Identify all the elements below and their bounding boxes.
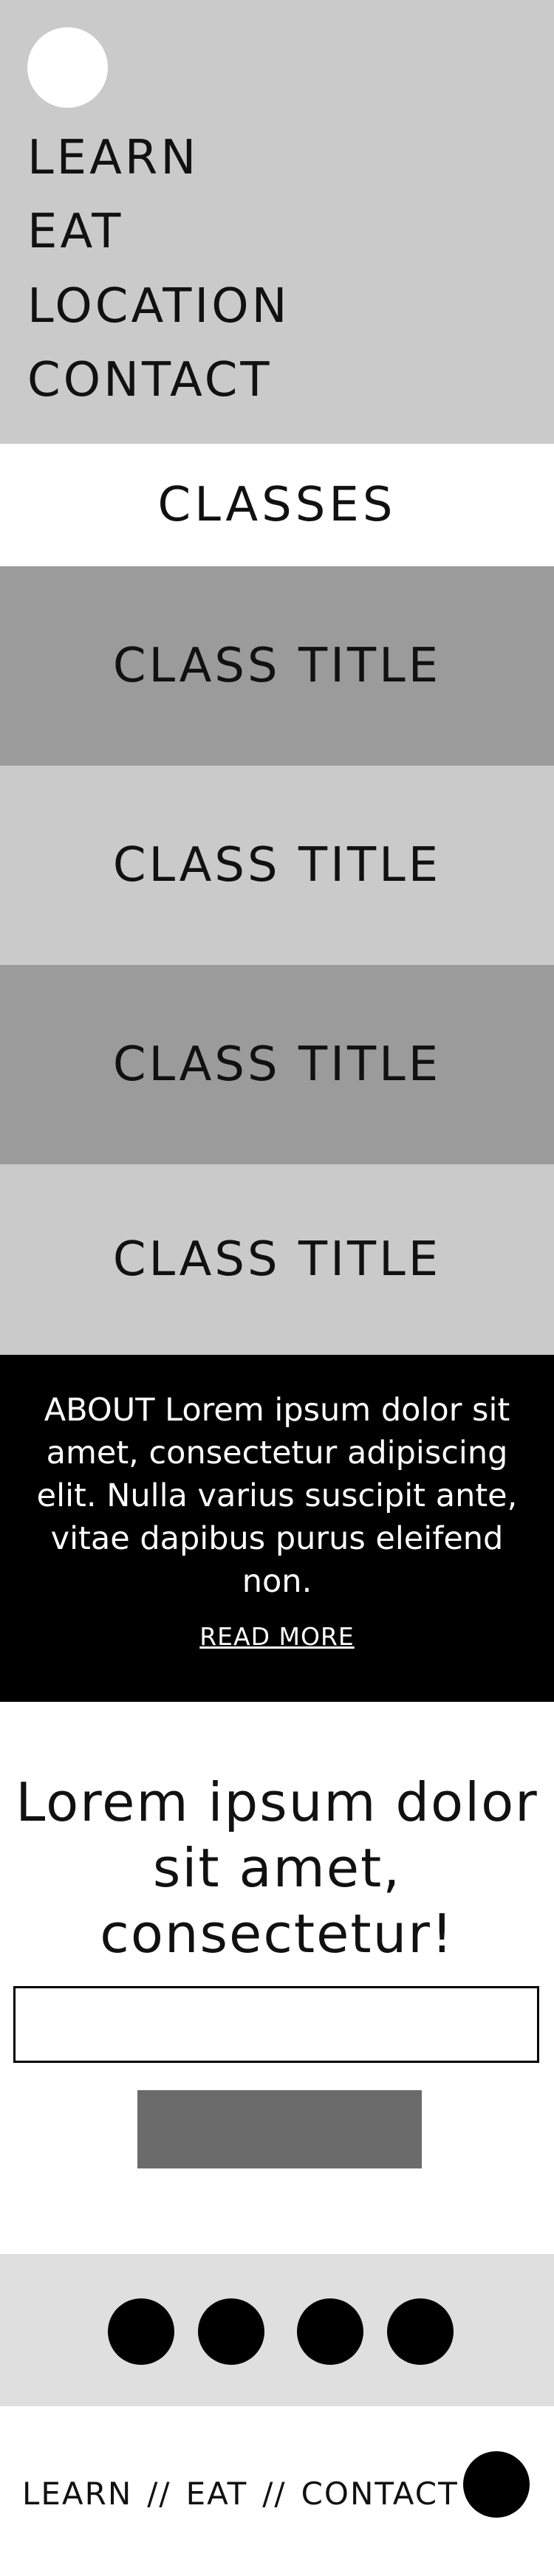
social-section: [0, 2254, 554, 2406]
classes-heading: CLASSES: [157, 478, 397, 532]
class-card-4[interactable]: CLASS TITLE: [0, 1164, 554, 1355]
about-text: ABOUT Lorem ipsum dolor sit amet, consec…: [36, 1392, 518, 1600]
about-section: ABOUT Lorem ipsum dolor sit amet, consec…: [0, 1355, 554, 1702]
social-icon-4[interactable]: [387, 2298, 454, 2365]
footer-separator: //: [262, 2476, 287, 2512]
footer-link-eat[interactable]: EAT: [186, 2476, 248, 2512]
site-footer: LEARN // EAT // CONTACT: [0, 2406, 554, 2573]
class-title: CLASS TITLE: [112, 838, 442, 893]
classes-section: CLASSES CLASS TITLE CLASS TITLE CLASS TI…: [0, 444, 554, 1355]
signup-section: Lorem ipsum dolor sit amet, consectetur!: [0, 1702, 554, 2254]
signup-title: Lorem ipsum dolor sit amet, consectetur!: [16, 1771, 538, 1965]
footer-link-contact[interactable]: CONTACT: [301, 2476, 459, 2512]
site-header: LEARN EAT LOCATION CONTACT: [0, 0, 554, 444]
nav-item-location[interactable]: LOCATION: [27, 283, 290, 330]
footer-nav: LEARN // EAT // CONTACT: [22, 2479, 459, 2510]
social-icon-3[interactable]: [297, 2298, 363, 2365]
footer-separator: //: [147, 2476, 171, 2512]
class-title: CLASS TITLE: [112, 1232, 442, 1287]
nav-item-contact[interactable]: CONTACT: [27, 357, 273, 404]
class-card-1[interactable]: CLASS TITLE: [0, 566, 554, 766]
signup-input[interactable]: [13, 1986, 539, 2063]
social-icon-1[interactable]: [108, 2298, 174, 2365]
footer-link-learn[interactable]: LEARN: [22, 2476, 132, 2512]
footer-circle-icon[interactable]: [463, 2451, 530, 2518]
submit-button[interactable]: [137, 2090, 422, 2168]
nav-item-learn[interactable]: LEARN: [27, 134, 199, 182]
class-title: CLASS TITLE: [112, 639, 442, 693]
social-icon-2[interactable]: [198, 2298, 264, 2365]
nav-item-eat[interactable]: EAT: [27, 208, 123, 255]
class-card-3[interactable]: CLASS TITLE: [0, 965, 554, 1164]
read-more-link[interactable]: READ MORE: [199, 1622, 354, 1651]
class-card-2[interactable]: CLASS TITLE: [0, 766, 554, 965]
logo-circle[interactable]: [27, 27, 108, 108]
class-title: CLASS TITLE: [112, 1037, 442, 1092]
